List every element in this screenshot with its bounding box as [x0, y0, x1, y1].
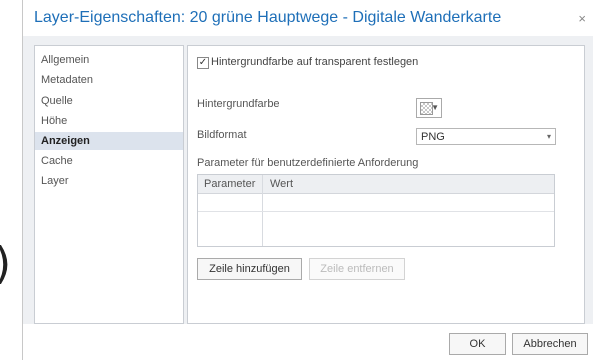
image-format-label: Bildformat — [197, 129, 247, 141]
dialog-footer: OK Abbrechen — [23, 324, 593, 360]
chevron-down-icon: ▾ — [546, 132, 551, 141]
chevron-down-icon: ▼ — [431, 103, 439, 112]
sidebar-item-allgemein[interactable]: Allgemein — [35, 51, 183, 69]
image-format-select[interactable]: PNG ▾ — [416, 128, 556, 145]
bg-color-picker[interactable]: ▼ — [416, 98, 442, 118]
table-row[interactable] — [198, 193, 554, 212]
transparent-checkbox[interactable]: ✓ — [197, 57, 209, 69]
sidebar-nav: Allgemein Metadaten Quelle Höhe Anzeigen… — [34, 45, 184, 324]
transparent-checkbox-label[interactable]: Hintergrundfarbe auf transparent festleg… — [211, 56, 418, 68]
sidebar-item-metadaten[interactable]: Metadaten — [35, 71, 183, 89]
params-grid: Parameter Wert — [197, 174, 555, 247]
display-settings-panel: ✓ Hintergrundfarbe auf transparent festl… — [187, 45, 585, 324]
image-format-value: PNG — [421, 131, 445, 143]
sidebar-item-quelle[interactable]: Quelle — [35, 92, 183, 110]
add-row-button[interactable]: Zeile hinzufügen — [197, 258, 302, 280]
column-header-parameter[interactable]: Parameter — [198, 175, 268, 193]
dialog-title: Layer-Eigenschaften: 20 grüne Hauptwege … — [34, 9, 502, 26]
grid-header: Parameter Wert — [198, 175, 554, 194]
dialog-titlebar: Layer-Eigenschaften: 20 grüne Hauptwege … — [23, 0, 593, 36]
sidebar-item-anzeigen[interactable]: Anzeigen — [35, 132, 183, 150]
column-header-wert[interactable]: Wert — [264, 175, 550, 193]
remove-row-button[interactable]: Zeile entfernen — [309, 258, 405, 280]
dialog-body: Allgemein Metadaten Quelle Höhe Anzeigen… — [23, 36, 593, 324]
ok-button[interactable]: OK — [449, 333, 506, 355]
sidebar-item-cache[interactable]: Cache — [35, 152, 183, 170]
sidebar-item-layer[interactable]: Layer — [35, 172, 183, 190]
layer-properties-dialog: Layer-Eigenschaften: 20 grüne Hauptwege … — [22, 0, 593, 360]
bg-color-label: Hintergrundfarbe — [197, 98, 280, 110]
background-fragment-text: ) — [0, 242, 11, 286]
custom-params-label: Parameter für benutzerdefinierte Anforde… — [197, 157, 419, 169]
sidebar-item-hoehe[interactable]: Höhe — [35, 112, 183, 130]
cancel-button[interactable]: Abbrechen — [512, 333, 588, 355]
close-icon[interactable]: × — [578, 11, 586, 26]
